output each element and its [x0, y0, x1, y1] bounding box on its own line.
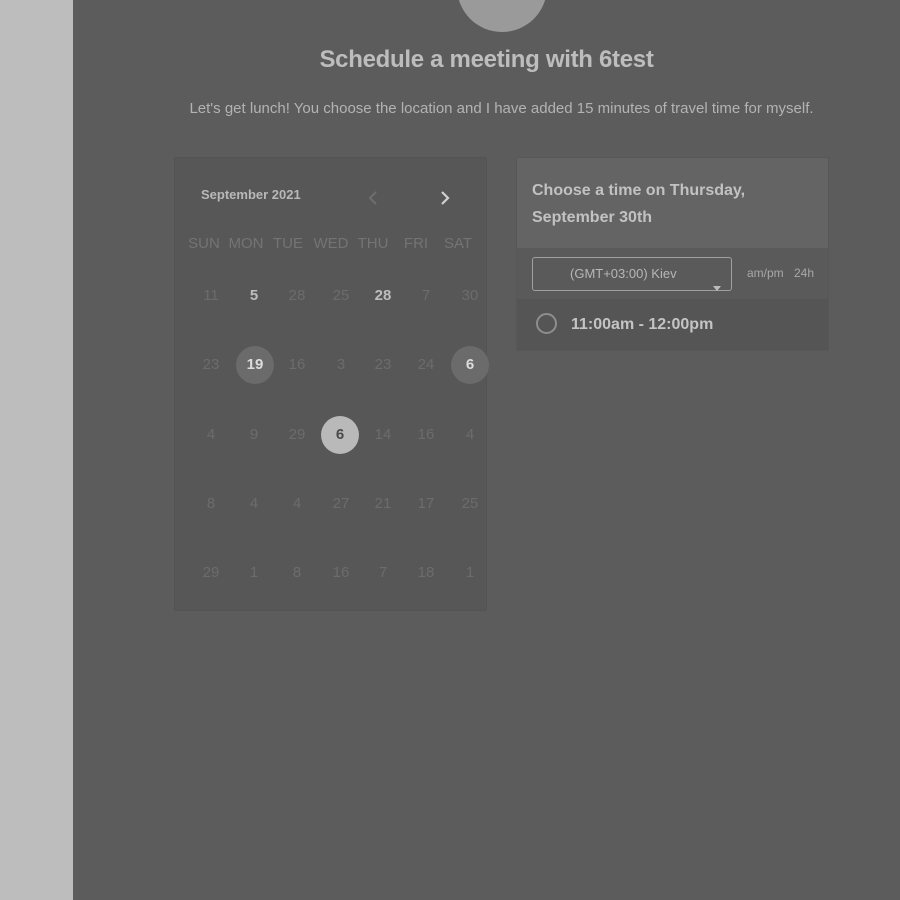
avatar [457, 0, 547, 32]
calendar-day: 23 [202, 356, 220, 373]
weekday-mon: MON [228, 235, 264, 252]
calendar-day: 17 [417, 495, 435, 512]
calendar-day: 8 [206, 495, 216, 512]
time-slot-label: 11:00am - 12:00pm [571, 316, 714, 333]
weekday-sun: SUN [188, 235, 220, 252]
calendar-day: 28 [288, 287, 306, 304]
calendar-day: 8 [292, 564, 302, 581]
calendar-month-label: September 2021 [201, 187, 301, 202]
calendar-day: 30 [461, 287, 479, 304]
time-slot[interactable]: 11:00am - 12:00pm [517, 299, 828, 350]
calendar-day: 29 [202, 564, 220, 581]
calendar-day: 25 [332, 287, 350, 304]
radio-icon[interactable] [536, 313, 557, 334]
page-title: Schedule a meeting with 6test [319, 46, 654, 73]
weekday-thu: THU [357, 235, 389, 252]
chevron-right-icon[interactable] [434, 188, 454, 208]
time-panel-header: Choose a time on Thursday, September 30t… [517, 158, 828, 248]
weekday-tue: TUE [273, 235, 303, 252]
weekday-fri: FRI [403, 235, 429, 252]
calendar-day: 16 [288, 356, 306, 373]
calendar-day[interactable]: 5 [235, 277, 273, 315]
calendar-day: 27 [332, 495, 350, 512]
calendar-day: 1 [249, 564, 259, 581]
calendar-day: 23 [374, 356, 392, 373]
time-panel: Choose a time on Thursday, September 30t… [516, 157, 829, 351]
time-panel-heading: Choose a time on Thursday, September 30t… [532, 182, 746, 226]
calendar-day: 24 [417, 356, 435, 373]
timezone-value: (GMT+03:00) Kiev [570, 266, 677, 281]
calendar-day[interactable]: 28 [364, 277, 402, 315]
calendar-day: 14 [374, 426, 392, 443]
calendar-day-selected[interactable]: 6 [321, 416, 359, 454]
calendar-day: 7 [378, 564, 388, 581]
calendar-day-available[interactable]: 19 [236, 346, 274, 384]
timezone-select[interactable]: (GMT+03:00) Kiev [532, 257, 732, 291]
calendar-day: 4 [249, 495, 259, 512]
calendar-day: 21 [374, 495, 392, 512]
calendar-day: 11 [203, 287, 219, 304]
calendar-day: 18 [417, 564, 435, 581]
calendar-day: 29 [288, 426, 306, 443]
calendar: September 2021 SUN MON TUE WED THU FRI S… [174, 157, 489, 611]
calendar-day: 9 [249, 426, 259, 443]
calendar-day: 7 [421, 287, 431, 304]
weekday-wed: WED [313, 235, 349, 252]
calendar-day: 4 [465, 426, 475, 443]
main-content: Schedule a meeting with 6test Let's get … [73, 0, 900, 900]
calendar-day: 3 [336, 356, 346, 373]
chevron-left-icon[interactable] [364, 188, 384, 208]
weekday-sat: SAT [443, 235, 473, 252]
calendar-day: 16 [417, 426, 435, 443]
format-ampm-toggle[interactable]: am/pm [747, 266, 784, 280]
format-24h-toggle[interactable]: 24h [794, 266, 814, 280]
calendar-day: 4 [292, 495, 302, 512]
calendar-day: 4 [206, 426, 216, 443]
calendar-day: 1 [465, 564, 475, 581]
calendar-day: 16 [332, 564, 350, 581]
page-subtitle: Let's get lunch! You choose the location… [189, 100, 814, 117]
calendar-day-available[interactable]: 6 [451, 346, 489, 384]
calendar-day: 25 [461, 495, 479, 512]
